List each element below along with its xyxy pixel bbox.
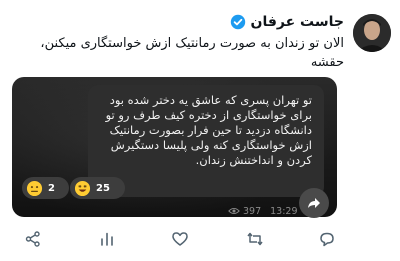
verified-badge-icon: [230, 14, 245, 30]
comment-icon: [320, 232, 334, 247]
avatar-photo: [353, 14, 391, 52]
like-button[interactable]: [169, 228, 191, 250]
rofl-emoji-icon: [74, 180, 91, 196]
message-time: 13:29: [270, 205, 298, 217]
views-button[interactable]: [96, 228, 118, 250]
chat-message-text: تو تهران پسری که عاشق یه دختر شده بود بر…: [105, 93, 312, 167]
retweet-button[interactable]: [244, 228, 266, 250]
tweet-card[interactable]: جاست عرفان الان تو زندان به صورت رمانتیک…: [0, 0, 400, 261]
forward-button[interactable]: [299, 188, 329, 218]
retweet-icon: [247, 232, 263, 246]
view-count: 397: [243, 205, 262, 217]
author-name[interactable]: جاست عرفان: [251, 14, 344, 30]
tweet-media-image[interactable]: تو تهران پسری که عاشق یه دختر شده بود بر…: [12, 77, 337, 217]
neutral-face-emoji-icon: [26, 180, 43, 196]
message-meta: 397 13:29: [228, 205, 298, 217]
share-arrow-icon: [308, 198, 320, 208]
tweet-text: الان تو زندان به صورت رمانتیک ازش خواستگ…: [40, 36, 344, 70]
like-heart-icon: [172, 232, 188, 246]
share-button[interactable]: [22, 228, 44, 250]
reaction-count: 25: [96, 182, 110, 194]
reaction-count: 2: [48, 182, 55, 194]
avatar[interactable]: [353, 14, 391, 52]
reply-button[interactable]: [316, 228, 338, 250]
share-icon: [25, 231, 40, 247]
eye-icon: [228, 207, 240, 215]
views-stats-icon: [101, 232, 113, 246]
reaction-rofl: 25: [70, 177, 125, 199]
chat-message-bubble: تو تهران پسری که عاشق یه دختر شده بود بر…: [88, 85, 324, 197]
reaction-neutral: 2: [22, 177, 69, 199]
author-row: جاست عرفان: [230, 12, 344, 32]
